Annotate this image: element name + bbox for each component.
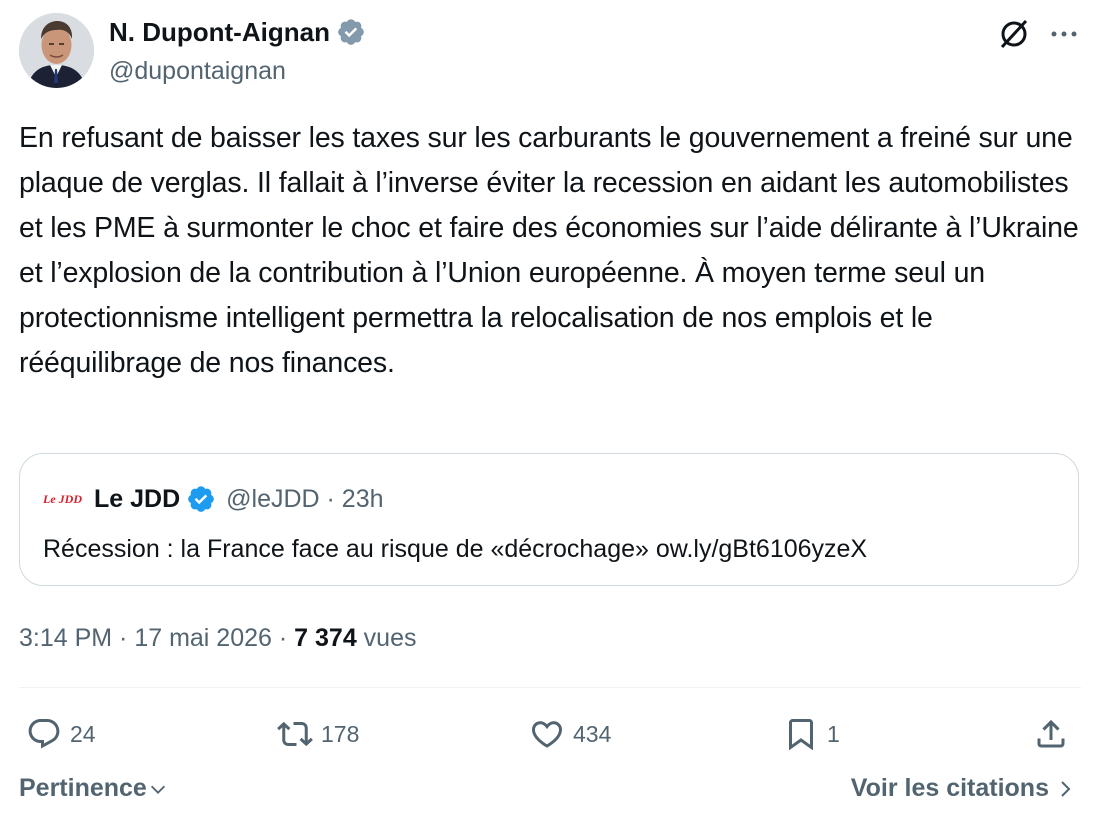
citations-label: Voir les citations — [850, 774, 1049, 802]
reply-icon — [28, 719, 60, 749]
retweet-icon — [277, 721, 313, 747]
more-icon[interactable] — [1046, 16, 1082, 52]
like-icon — [531, 721, 563, 748]
views-count: 7 374 — [294, 624, 357, 652]
share-button[interactable] — [1033, 712, 1069, 756]
like-button[interactable]: 434 — [529, 712, 611, 756]
view-citations-link[interactable]: Voir les citations — [851, 774, 1077, 803]
views-label: vues — [363, 624, 417, 652]
bookmark-icon — [789, 719, 813, 751]
quoted-tweet[interactable]: Le JDD Le JDD @leJDD · 23h Récession : l… — [19, 453, 1079, 586]
meta-separator: · — [271, 624, 295, 652]
reply-button[interactable]: 24 — [26, 712, 96, 756]
tweet-meta: 3:14 PM · 17 mai 2026 · 7 374 vues — [19, 620, 416, 656]
quoted-tweet-header: Le JDD @leJDD · 23h — [94, 482, 384, 516]
retweet-count: 178 — [321, 720, 360, 747]
like-count: 434 — [573, 720, 612, 747]
quoted-author-name[interactable]: Le JDD — [94, 485, 180, 514]
author-name-row[interactable]: N. Dupont-Aignan — [109, 17, 366, 47]
tweet-date[interactable]: 17 mai 2026 — [134, 624, 272, 652]
verified-badge-icon — [336, 17, 366, 47]
share-icon — [1037, 719, 1065, 748]
sort-dropdown[interactable]: Pertinence — [19, 774, 169, 803]
author-handle[interactable]: @dupontaignan — [109, 56, 286, 86]
divider — [19, 687, 1081, 688]
meta-separator: · — [112, 624, 135, 652]
quoted-author-handle-time: @leJDD · 23h — [226, 484, 384, 513]
chevron-right-icon — [1061, 780, 1071, 797]
jdd-logo: Le JDD — [43, 492, 82, 506]
avatar[interactable] — [19, 13, 94, 88]
grok-icon[interactable] — [996, 16, 1032, 52]
retweet-button[interactable]: 178 — [277, 712, 359, 756]
sort-label: Pertinence — [19, 774, 147, 802]
quoted-tweet-text: Récession : la France face au risque de … — [43, 535, 868, 563]
chevron-down-icon — [150, 785, 165, 794]
bookmark-button[interactable]: 1 — [783, 712, 840, 756]
avatar-photo — [19, 13, 94, 88]
bookmark-count: 1 — [827, 720, 840, 747]
reply-count: 24 — [70, 720, 96, 747]
verified-badge-icon — [186, 484, 216, 514]
author-name[interactable]: N. Dupont-Aignan — [109, 17, 330, 47]
tweet-time[interactable]: 3:14 PM — [19, 624, 112, 652]
tweet-text: En refusant de baisser les taxes sur les… — [19, 122, 1079, 379]
